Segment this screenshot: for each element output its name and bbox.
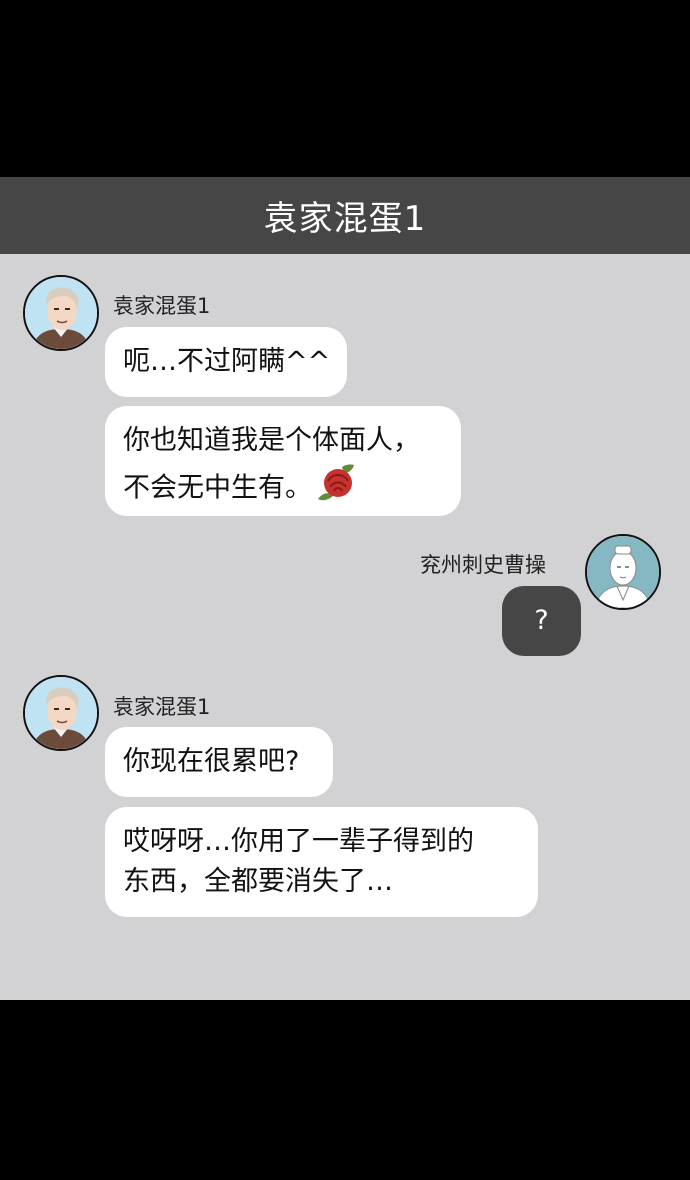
chat-body[interactable]: 袁家混蛋1 呃…不过阿瞒^^ 你也知道我是个体面人， 不会无中生有。 兖州刺史曹… — [0, 254, 690, 1000]
man-avatar-icon — [25, 277, 97, 349]
sender-avatar[interactable] — [23, 675, 99, 751]
sender-name: 袁家混蛋1 — [113, 695, 211, 719]
sender-name: 兖州刺史曹操 — [420, 553, 546, 577]
man-avatar-icon — [25, 677, 97, 749]
chat-header: 袁家混蛋1 — [0, 177, 690, 254]
message-text: 东西，全都要消失了… — [123, 866, 393, 897]
message-text: 你也知道我是个体面人， — [123, 425, 420, 456]
sender-avatar[interactable] — [23, 275, 99, 351]
message-text: 哎呀呀…你用了一辈子得到的 — [123, 826, 474, 857]
robed-figure-avatar-icon — [587, 536, 659, 608]
message-text: 不会无中生有。 — [123, 472, 312, 504]
rose-sticker-icon — [314, 461, 358, 517]
message-text: 呃…不过阿瞒^^ — [123, 346, 331, 377]
message-text: ? — [534, 605, 549, 636]
sender-name: 袁家混蛋1 — [113, 294, 211, 318]
message-bubble[interactable]: 你也知道我是个体面人， 不会无中生有。 — [105, 406, 461, 516]
message-bubble[interactable]: 你现在很累吧? — [105, 727, 333, 797]
sender-avatar[interactable] — [585, 534, 661, 610]
message-bubble[interactable]: ? — [502, 586, 581, 656]
message-bubble[interactable]: 哎呀呀…你用了一辈子得到的 东西，全都要消失了… — [105, 807, 538, 917]
message-bubble[interactable]: 呃…不过阿瞒^^ — [105, 327, 347, 397]
chat-screen: 袁家混蛋1 袁家混蛋1 呃…不过阿瞒^^ 你也知道我是个体面人， 不会无中生有。 — [0, 0, 690, 1180]
message-text: 你现在很累吧? — [123, 746, 300, 777]
chat-title: 袁家混蛋1 — [263, 199, 427, 239]
